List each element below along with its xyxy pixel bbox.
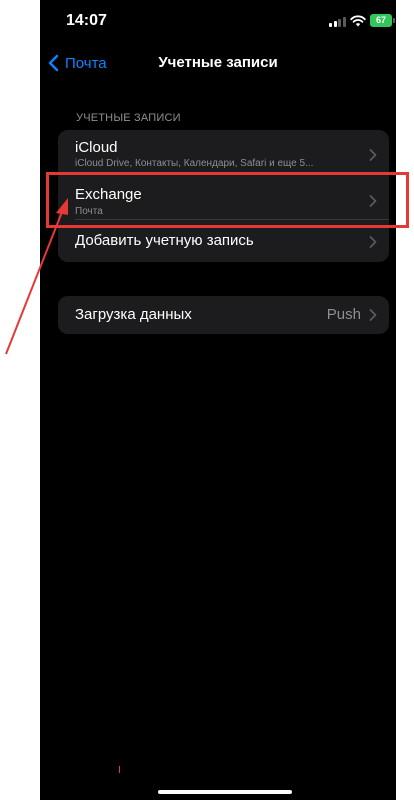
status-bar: 14:07 67 (40, 0, 396, 44)
status-time: 14:07 (66, 12, 107, 29)
fetch-data-label: Загрузка данных (75, 306, 192, 323)
battery-icon: 67 (370, 14, 395, 27)
chevron-right-icon (369, 309, 377, 321)
navigation-bar: Почта Учетные записи (40, 44, 396, 84)
account-row-icloud[interactable]: iCloud iCloud Drive, Контакты, Календари… (58, 130, 389, 174)
fetch-data-group: Загрузка данных Push (58, 296, 389, 334)
accounts-list: iCloud iCloud Drive, Контакты, Календари… (58, 130, 389, 262)
chevron-right-icon (369, 149, 377, 161)
screenshot-stage: 14:07 67 Почта Учетные записи УЧЕТНЫЕ ЗА… (0, 0, 414, 800)
chevron-right-icon (369, 195, 377, 207)
cellular-signal-icon (329, 16, 346, 27)
home-indicator (158, 790, 292, 794)
account-subtitle: Почта (75, 206, 103, 217)
accounts-section-header: УЧЕТНЫЕ ЗАПИСИ (76, 112, 181, 124)
chevron-left-icon (48, 54, 59, 72)
add-account-label: Добавить учетную запись (75, 232, 254, 249)
wifi-icon (350, 15, 366, 27)
account-row-exchange[interactable]: Exchange Почта (58, 175, 389, 219)
phone-screen: 14:07 67 Почта Учетные записи УЧЕТНЫЕ ЗА… (40, 0, 396, 800)
back-button[interactable]: Почта (48, 50, 107, 76)
add-account-button[interactable]: Добавить учетную запись (58, 220, 389, 262)
annotation-mark (119, 766, 120, 773)
fetch-data-value: Push (326, 306, 361, 323)
account-subtitle: iCloud Drive, Контакты, Календари, Safar… (75, 158, 314, 169)
back-button-label: Почта (65, 54, 107, 72)
fetch-new-data-row[interactable]: Загрузка данных Push (58, 296, 389, 334)
chevron-right-icon (369, 236, 377, 248)
account-title: iCloud (75, 139, 118, 156)
account-title: Exchange (75, 186, 142, 203)
